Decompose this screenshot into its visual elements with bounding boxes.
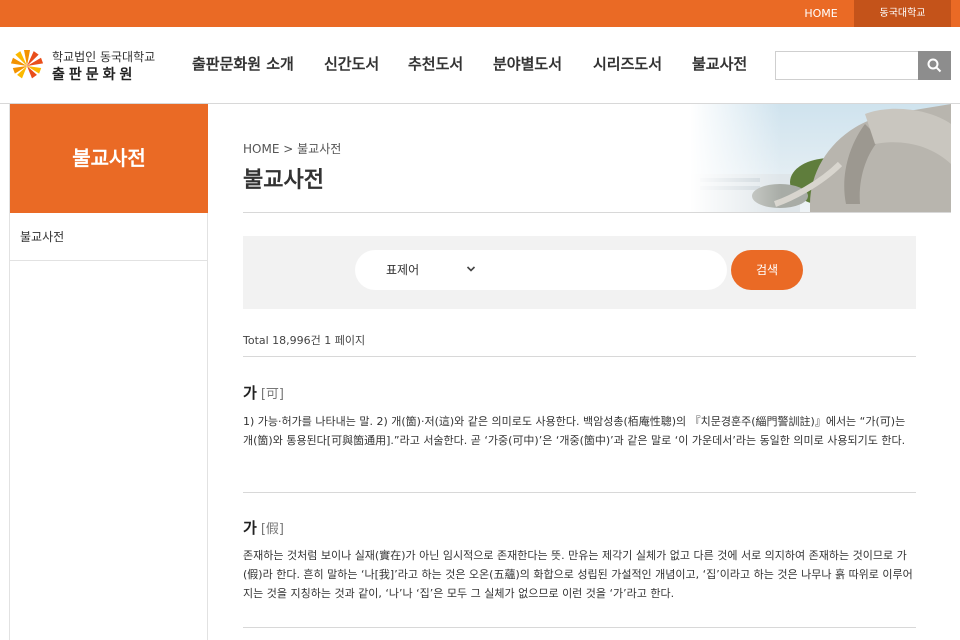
entry-divider [243,492,916,493]
entry-hanja: [可] [260,387,284,402]
nav-item-dictionary[interactable]: 불교사전 [692,53,747,74]
site-header: 학교법인 동국대학교 출판문화원 출판문화원 소개 신간도서 추천도서 분야별도… [0,27,960,104]
lotus-logo-icon [10,50,44,79]
site-search-button[interactable] [918,51,951,80]
dictionary-search-panel: 표제어 검색 [243,236,916,309]
home-link[interactable]: HOME [788,0,854,27]
nav-item-series[interactable]: 시리즈도서 [593,53,662,74]
entry-definition: 존재하는 것처럼 보이나 실재(實在)가 아닌 임시적으로 존재한다는 뜻. 만… [243,549,913,600]
dictionary-search-button[interactable]: 검색 [731,250,803,290]
search-icon [927,58,942,73]
hero-elephant-image [690,104,951,212]
entry-word: 가 [243,384,257,402]
university-link[interactable]: 동국대학교 [854,0,951,27]
left-sidebar: 불교사전 불교사전 [9,104,208,640]
sidebar-title: 불교사전 [10,104,208,213]
logo-line-2: 출판문화원 [52,67,137,83]
breadcrumb-home[interactable]: HOME [243,142,279,156]
entry-heading[interactable]: 가 [可] [243,382,284,403]
title-divider [243,212,951,213]
entry-divider [243,627,916,628]
breadcrumb-separator: > [283,142,294,156]
entry-word: 가 [243,519,257,537]
sidebar-item-dictionary[interactable]: 불교사전 [10,213,208,261]
breadcrumb-current: 불교사전 [297,142,342,156]
entry-heading[interactable]: 가 [假] [243,517,284,538]
dictionary-search-field[interactable]: 표제어 [355,250,727,290]
nav-item-about[interactable]: 출판문화원 소개 [192,53,294,74]
site-search-input[interactable] [775,51,919,80]
site-logo[interactable]: 학교법인 동국대학교 출판문화원 [8,46,178,86]
logo-line-1: 학교법인 동국대학교 [52,50,156,64]
results-divider [243,356,916,357]
breadcrumb: HOME > 불교사전 [243,140,341,157]
top-utility-bar: HOME 동국대학교 [0,0,960,27]
entry-hanja: [假] [260,522,284,537]
chevron-down-icon[interactable] [466,264,476,274]
result-count: Total 18,996건 1 페이지 [243,334,366,347]
search-type-select[interactable]: 표제어 [386,250,419,290]
nav-item-recommended[interactable]: 추천도서 [408,53,463,74]
nav-item-by-field[interactable]: 분야별도서 [493,53,562,74]
page-title: 불교사전 [243,168,324,193]
nav-item-new-books[interactable]: 신간도서 [324,53,379,74]
entry-definition: 1) 가능·허가를 나타내는 말. 2) 개(箇)·저(這)와 같은 의미로도 … [243,415,906,447]
